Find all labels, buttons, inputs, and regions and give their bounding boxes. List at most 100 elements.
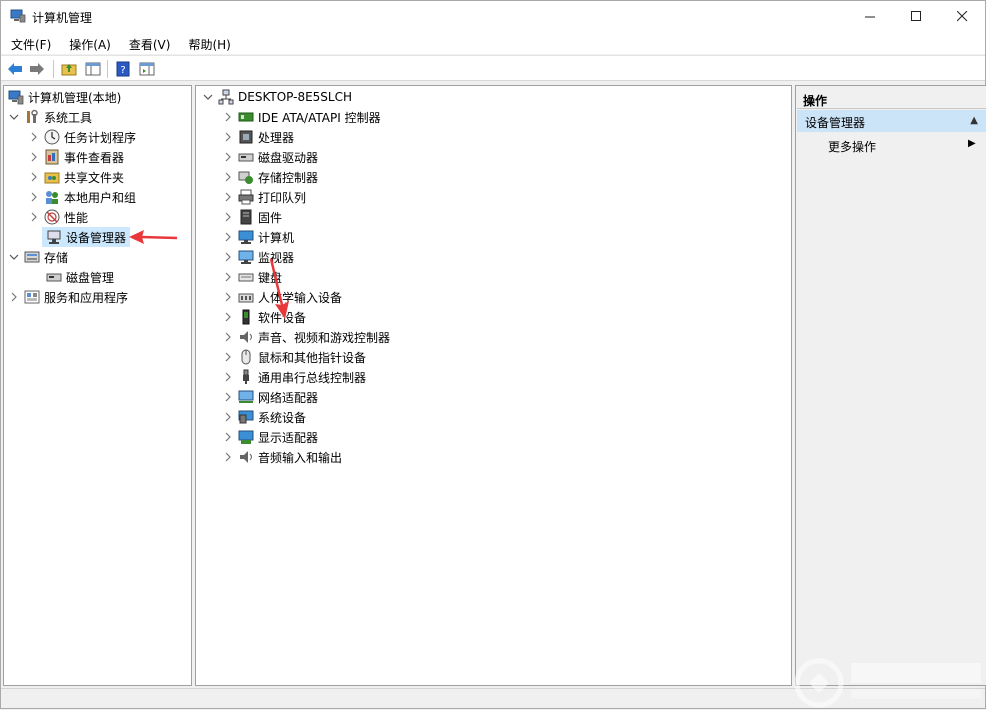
device-category-item[interactable]: 系统设备 xyxy=(222,407,306,427)
device-category-item[interactable]: 监视器 xyxy=(222,247,294,267)
chevron-right-icon[interactable] xyxy=(222,251,234,263)
tree-item-disk-management[interactable]: 磁盘管理 xyxy=(42,267,114,287)
device-category-item[interactable]: 鼠标和其他指针设备 xyxy=(222,347,366,367)
tree-item-root[interactable]: 计算机管理(本地) xyxy=(6,87,121,107)
forward-button[interactable] xyxy=(28,60,46,78)
device-category-item[interactable]: 人体学输入设备 xyxy=(222,287,342,307)
chevron-right-icon[interactable] xyxy=(222,131,234,143)
tree-item-performance[interactable]: 性能 xyxy=(28,207,88,227)
menu-file[interactable]: 文件(F) xyxy=(1,32,59,54)
chevron-down-icon[interactable] xyxy=(8,251,20,263)
storage-icon xyxy=(24,249,40,265)
device-category-label: 磁盘驱动器 xyxy=(258,150,319,165)
device-category-item[interactable]: 固件 xyxy=(222,207,282,227)
chevron-right-icon[interactable] xyxy=(222,391,234,403)
device-category-item[interactable]: 键盘 xyxy=(222,267,282,287)
device-category-label: 存储控制器 xyxy=(258,170,319,185)
back-button[interactable] xyxy=(6,60,24,78)
minimize-button[interactable] xyxy=(847,1,893,31)
chevron-right-icon[interactable] xyxy=(222,411,234,423)
chevron-right-icon[interactable] xyxy=(222,351,234,363)
up-level-button[interactable] xyxy=(60,60,78,78)
chevron-right-icon[interactable] xyxy=(222,271,234,283)
device-category-label: 声音、视频和游戏控制器 xyxy=(258,330,391,345)
hid-icon xyxy=(238,289,254,305)
tree-label: 任务计划程序 xyxy=(64,130,137,145)
chevron-right-icon[interactable] xyxy=(222,451,234,463)
device-category-item[interactable]: 存储控制器 xyxy=(222,167,318,187)
chevron-right-icon[interactable] xyxy=(222,371,234,383)
chevron-right-icon[interactable] xyxy=(222,311,234,323)
chevron-right-icon[interactable] xyxy=(222,111,234,123)
chevron-right-icon[interactable] xyxy=(28,211,40,223)
device-category-item[interactable]: 通用串行总线控制器 xyxy=(222,367,366,387)
chevron-right-icon[interactable] xyxy=(28,171,40,183)
device-tree-pane: DESKTOP-8E5SLCH IDE ATA/ATAPI 控制器处理器磁盘驱动… xyxy=(195,85,792,686)
help-button[interactable]: ? xyxy=(114,60,132,78)
device-tree-root[interactable]: DESKTOP-8E5SLCH xyxy=(202,87,352,107)
computer-network-icon xyxy=(218,89,234,105)
menu-view[interactable]: 查看(V) xyxy=(119,32,179,54)
chevron-right-icon[interactable] xyxy=(222,291,234,303)
chevron-right-icon[interactable] xyxy=(28,151,40,163)
tree-item-device-manager[interactable]: 设备管理器 xyxy=(42,227,131,247)
tree-item-local-users[interactable]: 本地用户和组 xyxy=(28,187,136,207)
close-button[interactable] xyxy=(939,1,985,31)
tree-item-system-tools[interactable]: 系统工具 xyxy=(8,107,92,127)
chevron-right-icon[interactable] xyxy=(222,151,234,163)
actions-header: 操作 xyxy=(797,87,986,109)
maximize-button[interactable] xyxy=(893,1,939,31)
chevron-down-icon[interactable] xyxy=(8,111,20,123)
tree-label: 服务和应用程序 xyxy=(44,290,129,305)
device-category-item[interactable]: 处理器 xyxy=(222,127,294,147)
device-category-label: 网络适配器 xyxy=(258,390,319,405)
tree-item-shared-folders[interactable]: 共享文件夹 xyxy=(28,167,124,187)
audio-io-icon xyxy=(238,449,254,465)
tree-label: 本地用户和组 xyxy=(64,190,137,205)
tree-item-storage[interactable]: 存储 xyxy=(8,247,68,267)
device-category-item[interactable]: 软件设备 xyxy=(222,307,306,327)
chevron-right-icon[interactable] xyxy=(222,231,234,243)
tree-label: 事件查看器 xyxy=(64,150,125,165)
ide-controller-icon xyxy=(238,109,254,125)
show-hide-tree-button[interactable] xyxy=(84,60,102,78)
menu-action[interactable]: 操作(A) xyxy=(59,32,119,54)
chevron-right-icon[interactable] xyxy=(8,291,20,303)
show-action-pane-button[interactable] xyxy=(138,60,156,78)
chevron-right-icon[interactable] xyxy=(222,211,234,223)
maximize-icon xyxy=(910,10,921,21)
toolbar: ? xyxy=(1,55,985,81)
tree-label: 性能 xyxy=(64,210,89,225)
more-actions-item[interactable]: 更多操作 xyxy=(828,138,876,155)
performance-icon xyxy=(44,209,60,225)
chevron-right-icon[interactable] xyxy=(28,131,40,143)
tree-item-event-viewer[interactable]: 事件查看器 xyxy=(28,147,124,167)
chevron-down-icon[interactable] xyxy=(202,91,214,103)
device-category-label: 固件 xyxy=(258,210,283,225)
chevron-right-icon[interactable] xyxy=(222,171,234,183)
device-category-label: 显示适配器 xyxy=(258,430,319,445)
chevron-right-icon[interactable] xyxy=(28,191,40,203)
device-category-item[interactable]: 计算机 xyxy=(222,227,294,247)
device-category-item[interactable]: 声音、视频和游戏控制器 xyxy=(222,327,390,347)
submenu-arrow-icon[interactable]: ▶ xyxy=(968,138,976,149)
software-device-icon xyxy=(238,309,254,325)
device-category-label: 监视器 xyxy=(258,250,295,265)
device-category-label: 处理器 xyxy=(258,130,295,145)
chevron-right-icon[interactable] xyxy=(222,331,234,343)
collapse-up-icon[interactable]: ▲ xyxy=(970,115,978,126)
menu-help[interactable]: 帮助(H) xyxy=(178,32,238,54)
chevron-right-icon[interactable] xyxy=(222,431,234,443)
tree-item-task-scheduler[interactable]: 任务计划程序 xyxy=(28,127,136,147)
device-category-item[interactable]: 网络适配器 xyxy=(222,387,318,407)
device-category-item[interactable]: 显示适配器 xyxy=(222,427,318,447)
shared-folder-icon xyxy=(44,169,60,185)
disk-icon xyxy=(46,269,62,285)
device-category-item[interactable]: 打印队列 xyxy=(222,187,306,207)
chevron-right-icon[interactable] xyxy=(222,191,234,203)
actions-group-device-manager[interactable]: 设备管理器 ▲ xyxy=(797,110,986,132)
device-category-item[interactable]: 磁盘驱动器 xyxy=(222,147,318,167)
device-category-item[interactable]: 音频输入和输出 xyxy=(222,447,342,467)
tree-item-services-apps[interactable]: 服务和应用程序 xyxy=(8,287,128,307)
device-category-item[interactable]: IDE ATA/ATAPI 控制器 xyxy=(222,107,381,127)
